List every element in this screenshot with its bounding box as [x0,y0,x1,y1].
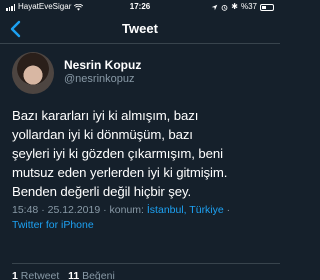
status-right: ✱ %37 [211,0,274,14]
tweet-line: mutsuz eden yerlerden iyi ki gitmişim. [12,165,228,180]
nav-bar: Tweet [0,14,280,44]
retweets-count: 1 [12,270,18,280]
location-link[interactable]: İstanbul, Türkiye [147,204,224,216]
client-link[interactable]: Twitter for iPhone [12,219,94,231]
tweet-line: yollardan iyi ki dönmüşüm, bazı [12,127,193,142]
retweets-label: Retweet [20,270,60,280]
retweets-stat[interactable]: 1 Retweet [12,270,59,280]
author-handle[interactable]: @nesrinkopuz [64,73,134,85]
likes-stat[interactable]: 11 Beğeni [68,270,115,280]
battery-icon [260,3,274,11]
location-arrow-icon [211,4,218,10]
tweet-stats: 1 Retweet 11 Beğeni [12,270,115,280]
likes-label: Beğeni [82,270,115,280]
meta-separator: · [226,204,231,216]
divider [12,263,280,264]
likes-count: 11 [68,270,80,280]
bluetooth-icon: ✱ [231,2,238,11]
tweet-date: 25.12.2019 [47,204,101,216]
location-label: konum: [109,204,144,216]
tweet-time: 15:48 [12,204,39,216]
status-bar: HayatEveSigar 17:26 ✱ %37 [0,0,280,14]
tweet-line: Benden değerli değil hiçbir şey. [12,184,192,199]
tweet-detail-screen: HayatEveSigar 17:26 ✱ %37 Tweet Nesrin K… [0,0,280,280]
tweet-meta: 15:48 · 25.12.2019 · konum: İstanbul, Tü… [12,203,276,233]
tweet-author[interactable]: Nesrin Kopuz @nesrinkopuz [12,52,268,96]
tweet-line: Bazı kararları iyi ki almışım, bazı [12,108,199,123]
alarm-icon [221,4,228,11]
author-display-name[interactable]: Nesrin Kopuz [64,58,141,72]
tweet-text: Bazı kararları iyi ki almışım, bazı yoll… [12,106,274,201]
page-title: Tweet [122,21,158,36]
tweet-line: şeyleri iyi ki gözden çıkarmışım, beni [12,146,223,161]
avatar[interactable] [12,52,54,94]
battery-percent: %37 [240,2,257,11]
